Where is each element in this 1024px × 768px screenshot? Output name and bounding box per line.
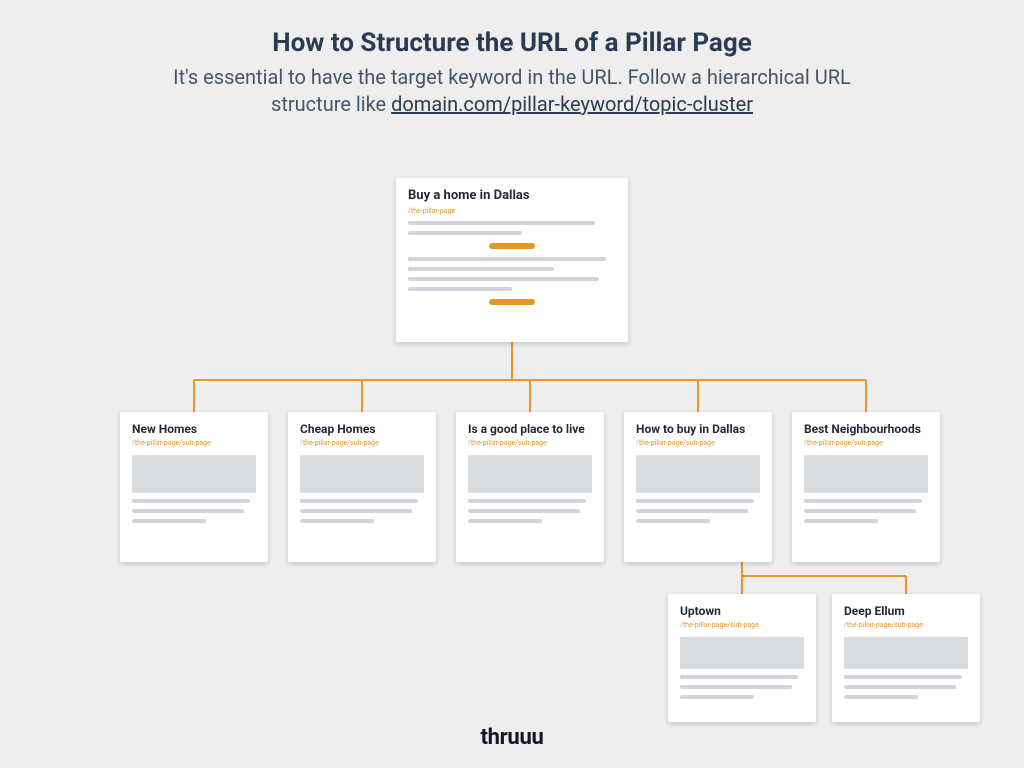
placeholder-line	[680, 685, 792, 689]
placeholder-line	[132, 509, 244, 513]
placeholder-line	[844, 675, 962, 679]
topic-card-path: /the-pillar-page/sub-page	[636, 439, 760, 447]
topic-card-path: /the-pillar-page/sub-page	[132, 439, 256, 447]
placeholder-line	[468, 499, 586, 503]
placeholder-block	[844, 637, 968, 669]
placeholder-block	[468, 455, 592, 493]
placeholder-block	[804, 455, 928, 493]
sub-card-uptown: Uptown /the-pillar-page/sub-page	[668, 594, 816, 722]
placeholder-line	[844, 695, 918, 699]
topic-card-new-homes: New Homes /the-pillar-page/sub-page	[120, 412, 268, 562]
placeholder-line	[408, 267, 554, 271]
placeholder-line	[804, 499, 922, 503]
placeholder-pill	[489, 299, 535, 305]
placeholder-block	[132, 455, 256, 493]
placeholder-line	[300, 499, 418, 503]
topic-card-good-place: Is a good place to live /the-pillar-page…	[456, 412, 604, 562]
placeholder-line	[468, 509, 580, 513]
sub-card-title: Uptown	[680, 604, 804, 618]
topic-card-path: /the-pillar-page/sub-page	[804, 439, 928, 447]
topic-card-title: New Homes	[132, 422, 256, 436]
placeholder-line	[132, 519, 206, 523]
placeholder-line	[408, 221, 595, 225]
placeholder-line	[132, 499, 250, 503]
sub-card-path: /the-pillar-page/sub-page	[680, 621, 804, 629]
topic-card-title: How to buy in Dallas	[636, 422, 760, 436]
topic-card-title: Cheap Homes	[300, 422, 424, 436]
topic-card-cheap-homes: Cheap Homes /the-pillar-page/sub-page	[288, 412, 436, 562]
sub-card-title: Deep Ellum	[844, 604, 968, 618]
placeholder-line	[300, 519, 374, 523]
topic-card-title: Best Neighbourhoods	[804, 422, 928, 436]
pillar-page-card: Buy a home in Dallas /the-pillar-page	[396, 178, 628, 342]
brand-logo: thruuu	[0, 725, 1024, 750]
placeholder-block	[636, 455, 760, 493]
pillar-card-title: Buy a home in Dallas	[408, 188, 616, 204]
pillar-card-path: /the-pillar-page	[408, 207, 616, 215]
placeholder-line	[636, 509, 748, 513]
placeholder-line	[636, 519, 710, 523]
placeholder-line	[804, 519, 878, 523]
placeholder-block	[680, 637, 804, 669]
placeholder-line	[680, 675, 798, 679]
topic-card-neighbourhoods: Best Neighbourhoods /the-pillar-page/sub…	[792, 412, 940, 562]
placeholder-line	[804, 509, 916, 513]
placeholder-line	[300, 509, 412, 513]
placeholder-line	[636, 499, 754, 503]
placeholder-pill	[489, 243, 535, 249]
placeholder-line	[468, 519, 542, 523]
topic-card-path: /the-pillar-page/sub-page	[300, 439, 424, 447]
topic-card-how-to-buy: How to buy in Dallas /the-pillar-page/su…	[624, 412, 772, 562]
topic-card-path: /the-pillar-page/sub-page	[468, 439, 592, 447]
placeholder-line	[408, 287, 512, 291]
placeholder-line	[844, 685, 956, 689]
sub-card-deep-ellum: Deep Ellum /the-pillar-page/sub-page	[832, 594, 980, 722]
sub-card-path: /the-pillar-page/sub-page	[844, 621, 968, 629]
placeholder-line	[680, 695, 754, 699]
placeholder-block	[300, 455, 424, 493]
placeholder-line	[408, 257, 606, 261]
placeholder-line	[408, 231, 522, 235]
topic-card-title: Is a good place to live	[468, 422, 592, 436]
placeholder-line	[408, 277, 599, 281]
